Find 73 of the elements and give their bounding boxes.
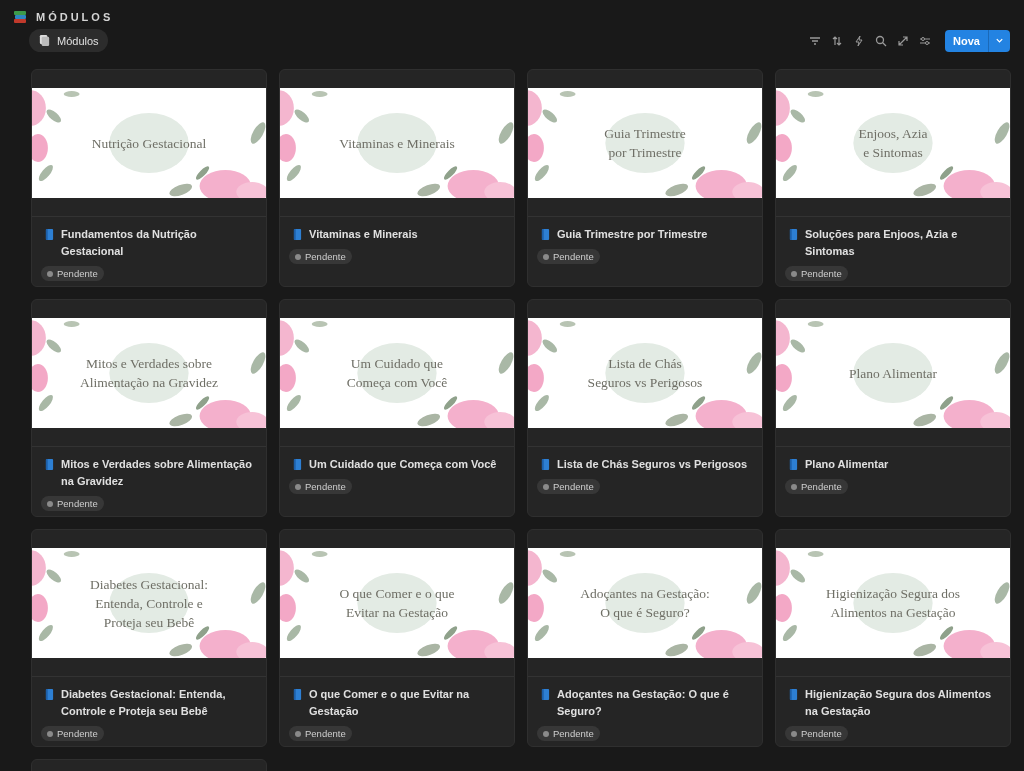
module-card[interactable]: Enjoos, Azia e Sintomas Soluções para Enjoos, Azia e Sintomas Pendente [775,69,1011,287]
view-tab[interactable]: Módulos [29,29,108,52]
cover-title: Vitaminas e Minerais [339,134,455,153]
status-tag: Pendente [41,496,104,511]
card-title: Diabetes Gestacional: Entenda, Controle e Proteja seu Bebê [61,687,227,719]
card-title: O que Comer e o que Evitar na Gestação [309,687,471,719]
cover-title: Higienização Segura dos Alimentos na Gestação [825,585,961,622]
sort-icon[interactable] [831,34,844,47]
chevron-down-icon [995,36,1004,45]
status-tag: Pendente [785,726,848,741]
search-icon[interactable] [875,34,888,47]
card-title: Guia Trimestre por Trimestre [557,227,708,242]
page-title: MÓDULOS [36,11,114,23]
filter-icon[interactable] [809,34,822,47]
cover-title: Adoçantes na Gestação: O que é Seguro? [580,585,710,622]
status-tag: Pendente [41,266,104,281]
status-tag: Pendente [537,249,600,264]
module-card[interactable]: Diabetes Gestacional: Entenda, Controle e Proteja seu Bebê Diabetes Gestacional: Entenda, Controle e Proteja seu Bebê Pendente [31,529,267,747]
books-icon [12,9,28,25]
module-card[interactable]: O que Comer e o que Evitar na Gestação O que Comer e o que Evitar na Gestação Pendente [279,529,515,747]
book-icon [789,688,798,701]
book-icon [789,458,798,471]
book-icon [293,688,302,701]
cover-title: Nutrição Gestacional [91,134,207,153]
card-title: Um Cuidado que Começa com Você [309,457,497,472]
card-title: Soluções para Enjoos, Azia e Sintomas [805,227,959,259]
book-icon [45,228,54,241]
book-icon [293,228,302,241]
lightning-icon[interactable] [853,34,866,47]
module-card[interactable]: Mitos e Verdades sobre Alimentação na Gravidez Mitos e Verdades sobre Alimentação na Gravidez Pendente [31,299,267,517]
module-card[interactable]: Higienização Segura dos Alimentos na Gestação Higienização Segura dos Alimentos na Gestação Pendente [775,529,1011,747]
module-card[interactable]: Plano Alimentar Plano Alimentar Pendente [775,299,1011,517]
status-tag: Pendente [537,726,600,741]
module-card[interactable]: Guia Trimestre por Trimestre Guia Trimestre por Trimestre Pendente [527,69,763,287]
card-title: Higienização Segura dos Alimentos na Gestação [805,687,993,719]
status-tag: Pendente [289,249,352,264]
cover-title: Mitos e Verdades sobre Alimentação na Gravidez [80,355,218,392]
new-button[interactable]: Nova [945,29,988,52]
cover-title: Plano Alimentar [848,364,938,383]
book-icon [789,228,798,241]
book-icon [45,458,54,471]
module-card[interactable]: Nutrição Gestacional Fundamentos da Nutrição Gestacional Pendente [31,69,267,287]
cover-title: Diabetes Gestacional: Entenda, Controle e Proteja seu Bebê [89,575,209,632]
card-title: Plano Alimentar [805,457,889,472]
card-title: Adoçantes na Gestação: O que é Seguro? [557,687,730,719]
status-tag: Pendente [41,726,104,741]
status-tag: Pendente [785,266,848,281]
module-card[interactable]: Lista de Chás Seguros vs Perigosos Lista de Chás Seguros vs Perigosos Pendente [527,299,763,517]
card-title: Lista de Chás Seguros vs Perigosos [557,457,748,472]
status-tag: Pendente [785,479,848,494]
cover-title: Guia Trimestre por Trimestre [604,125,686,162]
expand-icon[interactable] [897,34,910,47]
cover-title: Enjoos, Azia e Sintomas [858,125,928,162]
card-title: Mitos e Verdades sobre Alimentação na Gravidez [61,457,253,489]
module-card[interactable]: Vitaminas e Minerais Vitaminas e Minerais Pendente [279,69,515,287]
pages-icon [38,34,51,47]
cover-title: Um Cuidado que Começa com Você [346,355,448,392]
dropdown-button[interactable] [988,29,1010,52]
book-icon [541,228,550,241]
module-card[interactable]: Um Cuidado que Começa com Você Um Cuidado que Começa com Você Pendente [279,299,515,517]
status-tag: Pendente [289,479,352,494]
card-title: Vitaminas e Minerais [309,227,418,242]
card-title: Fundamentos da Nutrição Gestacional [61,227,198,259]
module-card[interactable]: Adoçantes na Gestação: O que é Seguro? Adoçantes na Gestação: O que é Seguro? Pendente [527,529,763,747]
book-icon [45,688,54,701]
cover-title: O que Comer e o que Evitar na Gestação [339,585,455,622]
book-icon [541,688,550,701]
book-icon [541,458,550,471]
status-tag: Pendente [537,479,600,494]
settings-icon[interactable] [919,34,932,47]
book-icon [293,458,302,471]
status-tag: Pendente [289,726,352,741]
cover-title: Lista de Chás Seguros vs Perigosos [587,355,703,392]
